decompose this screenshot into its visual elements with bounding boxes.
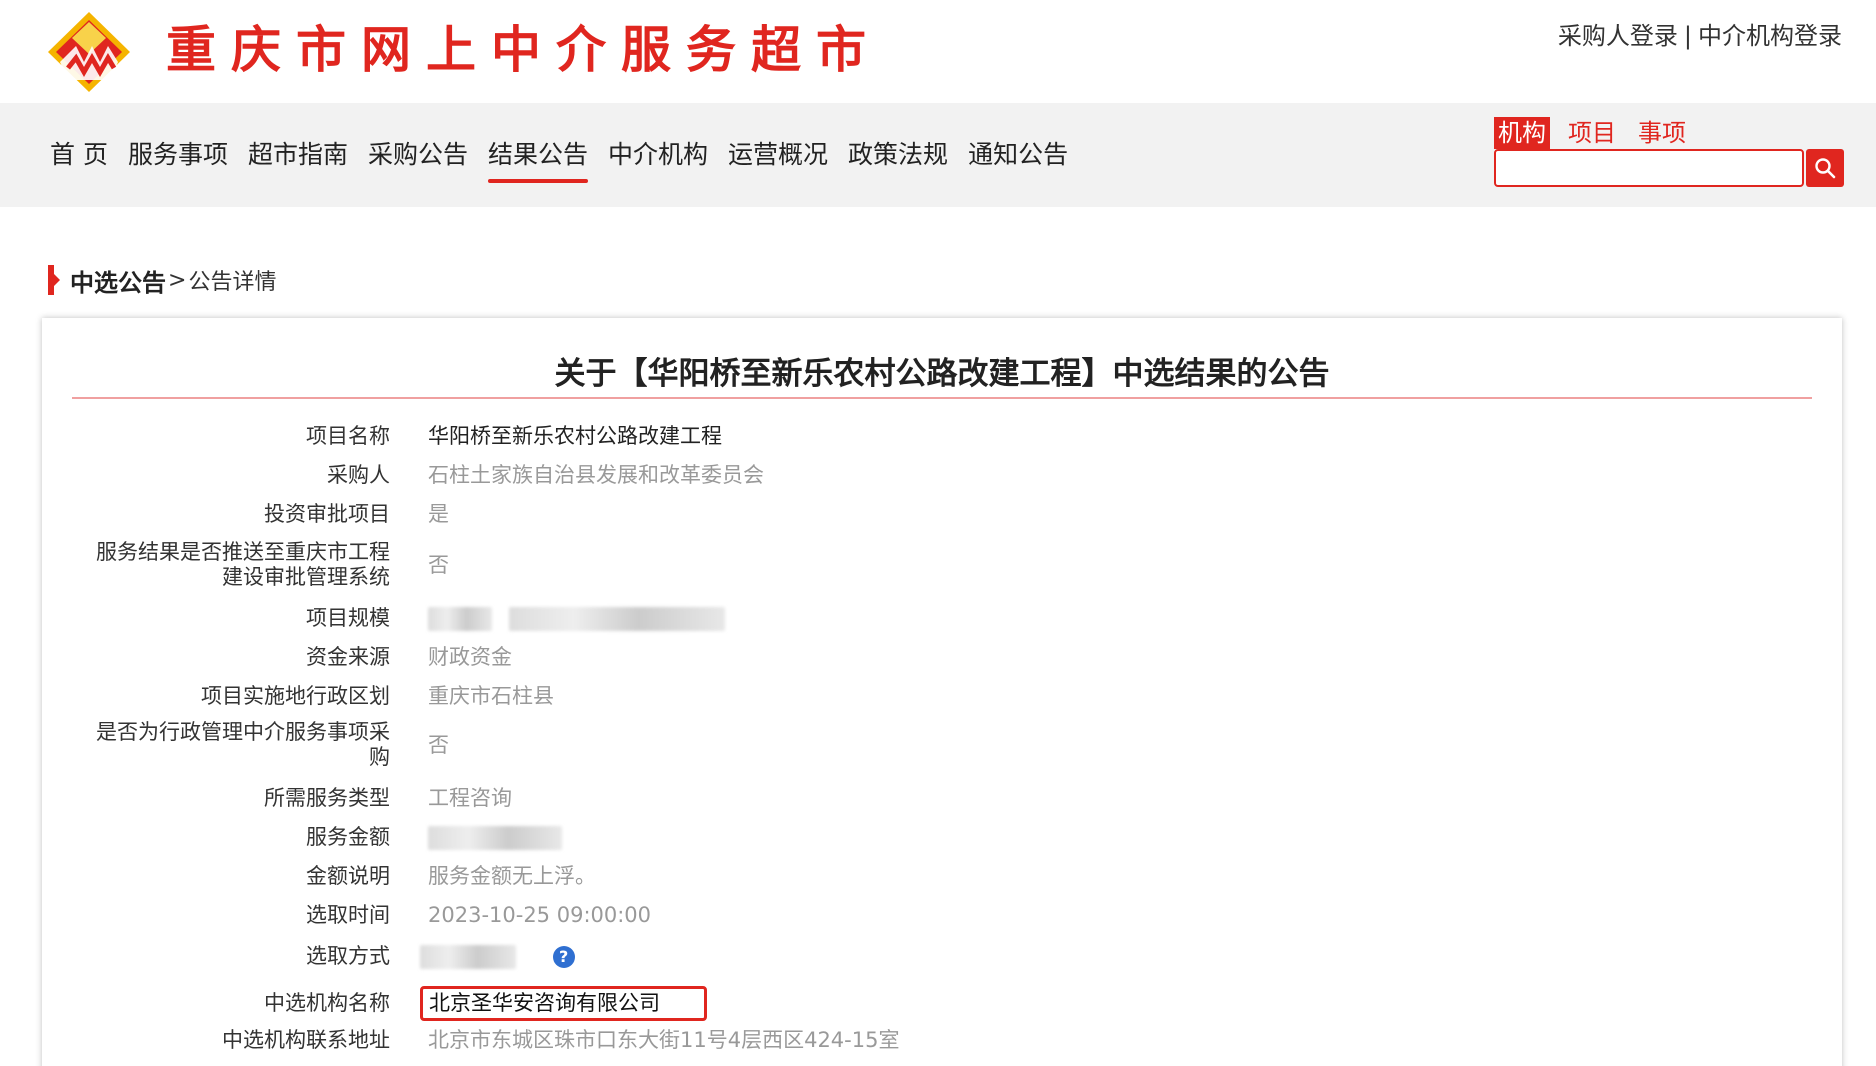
buyer-login-link[interactable]: 采购人登录 <box>1558 22 1678 50</box>
field-label: 选取方式 <box>306 944 390 968</box>
field-value: 否 <box>428 552 449 577</box>
redacted-text <box>420 945 516 969</box>
breadcrumb-current: 公告详情 <box>188 270 277 295</box>
redacted-text <box>428 826 562 850</box>
field-row-amount-note: 金额说明 服务金额无上浮。 <box>42 864 1842 889</box>
field-value-redacted <box>428 606 725 631</box>
field-row-agency-address: 中选机构联系地址 北京市东城区珠市口东大街11号4层西区424-15室 <box>42 1028 1842 1053</box>
breadcrumb: 中选公告 > 公告详情 <box>48 263 277 298</box>
field-label-line: 是否为行政管理中介服务事项采 <box>96 720 390 744</box>
field-value: 财政资金 <box>428 645 512 669</box>
nav-item-operations[interactable]: 运营概况 <box>728 137 828 181</box>
help-icon[interactable]: ? <box>552 946 575 968</box>
field-row-buyer: 采购人 石柱土家族自治县发展和改革委员会 <box>42 463 1842 488</box>
field-value: 是 <box>428 502 449 526</box>
field-value-highlighted: 北京圣华安咨询有限公司 <box>420 986 707 1021</box>
field-value: 否 <box>428 732 449 757</box>
field-label: 中选机构联系地址 <box>222 1028 390 1052</box>
field-label: 采购人 <box>327 463 390 487</box>
site-logo-icon[interactable] <box>46 10 132 94</box>
field-row-selection-method: 选取方式 ? <box>42 944 1842 969</box>
field-label-line: 服务结果是否推送至重庆市工程 <box>96 540 390 564</box>
nav-item-procurement-notices[interactable]: 采购公告 <box>368 137 468 181</box>
search-icon <box>1815 158 1836 179</box>
notice-title: 关于【华阳桥至新乐农村公路改建工程】中选结果的公告 <box>554 356 1330 392</box>
field-value: 北京市东城区珠市口东大街11号4层西区424-15室 <box>428 1028 900 1052</box>
field-label: 是否为行政管理中介服务事项采 购 <box>42 720 390 770</box>
field-row-project-scale: 项目规模 <box>42 606 1842 631</box>
field-value-redacted <box>428 825 562 850</box>
nav-item-notifications[interactable]: 通知公告 <box>968 137 1068 181</box>
site-title: 重庆市网上中介服务超市 <box>166 20 881 79</box>
field-row-investment-approval: 投资审批项目 是 <box>42 502 1842 527</box>
field-label: 资金来源 <box>306 645 390 669</box>
field-value: 2023-10-25 09:00:00 <box>428 903 652 927</box>
field-label: 项目实施地行政区划 <box>201 684 390 708</box>
field-row-admin-service: 是否为行政管理中介服务事项采 购 否 <box>42 720 1842 770</box>
field-row-project-name: 项目名称 华阳桥至新乐农村公路改建工程 <box>42 424 1842 449</box>
notice-detail-card: 关于【华阳桥至新乐农村公路改建工程】中选结果的公告 项目名称 华阳桥至新乐农村公… <box>42 318 1842 1066</box>
field-row-service-type: 所需服务类型 工程咨询 <box>42 786 1842 811</box>
field-label: 金额说明 <box>306 864 390 888</box>
field-label: 投资审批项目 <box>264 502 390 526</box>
field-label: 所需服务类型 <box>264 786 390 810</box>
field-row-service-amount: 服务金额 <box>42 825 1842 850</box>
login-links: 采购人登录 | 中介机构登录 <box>1558 20 1842 52</box>
search-tab-agency[interactable]: 机构 <box>1494 117 1550 149</box>
field-row-selected-agency: 中选机构名称 北京圣华安咨询有限公司 <box>42 986 1842 1021</box>
breadcrumb-separator: > <box>168 267 187 293</box>
title-divider <box>72 397 1812 399</box>
nav-item-home[interactable]: 首 页 <box>50 137 108 181</box>
site-header: 重庆市网上中介服务超市 采购人登录 | 中介机构登录 <box>0 0 1876 103</box>
field-value: 工程咨询 <box>428 786 512 810</box>
search-tab-service[interactable]: 事项 <box>1634 117 1690 149</box>
nav-item-guide[interactable]: 超市指南 <box>248 137 348 181</box>
nav-item-agencies[interactable]: 中介机构 <box>608 137 708 181</box>
search-tab-project[interactable]: 项目 <box>1564 117 1620 149</box>
field-value: 服务金额无上浮。 <box>428 864 596 888</box>
field-label: 项目名称 <box>306 424 390 448</box>
nav-item-result-notices[interactable]: 结果公告 <box>488 137 589 183</box>
field-label-line: 建设审批管理系统 <box>222 565 390 589</box>
selected-agency-name: 北京圣华安咨询有限公司 <box>420 986 707 1021</box>
redacted-text <box>428 607 492 631</box>
field-label: 服务结果是否推送至重庆市工程 建设审批管理系统 <box>42 540 390 590</box>
field-row-push-to-system: 服务结果是否推送至重庆市工程 建设审批管理系统 否 <box>42 540 1842 590</box>
search-box: 机构 项目 事项 <box>1494 117 1844 187</box>
field-label: 选取时间 <box>306 903 390 927</box>
field-row-fund-source: 资金来源 财政资金 <box>42 645 1842 670</box>
nav-item-services[interactable]: 服务事项 <box>128 137 228 181</box>
field-value: 石柱土家族自治县发展和改革委员会 <box>428 463 764 487</box>
field-value: 华阳桥至新乐农村公路改建工程 <box>428 424 722 448</box>
field-row-region: 项目实施地行政区划 重庆市石柱县 <box>42 684 1842 709</box>
field-label: 项目规模 <box>306 606 390 630</box>
field-label: 中选机构名称 <box>264 991 390 1015</box>
field-label-line: 购 <box>369 745 390 769</box>
search-button[interactable] <box>1806 149 1844 187</box>
field-row-selection-time: 选取时间 2023-10-25 09:00:00 <box>42 903 1842 928</box>
redacted-text <box>508 607 725 631</box>
agency-login-link[interactable]: 中介机构登录 <box>1698 22 1842 50</box>
search-tabs: 机构 项目 事项 <box>1494 117 1690 149</box>
nav-item-policies[interactable]: 政策法规 <box>848 137 948 181</box>
main-nav: 首 页 服务事项 超市指南 采购公告 结果公告 中介机构 运营概况 政策法规 通… <box>50 137 1068 183</box>
field-label: 服务金额 <box>306 825 390 849</box>
breadcrumb-parent-link[interactable]: 中选公告 <box>70 263 166 298</box>
field-value: 重庆市石柱县 <box>428 684 554 708</box>
search-input[interactable] <box>1494 149 1804 187</box>
breadcrumb-marker-icon <box>48 265 60 295</box>
field-value-redacted: ? <box>420 944 575 969</box>
login-separator: | <box>1683 22 1692 50</box>
